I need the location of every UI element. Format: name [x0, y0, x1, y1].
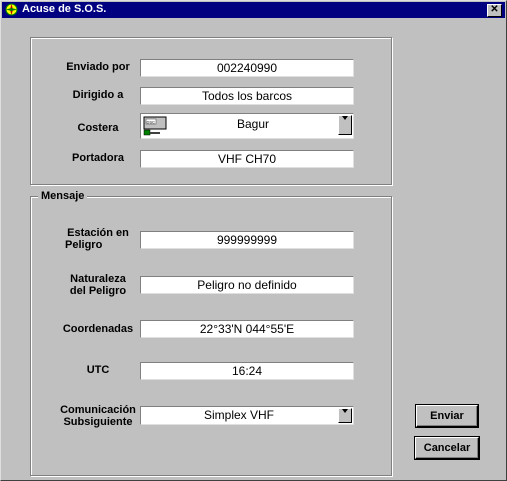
window-title: Acuse de S.O.S. — [22, 3, 107, 15]
estacion-label-line2: Peligro — [65, 239, 103, 251]
naturaleza-field[interactable]: Peligro no definido — [140, 276, 354, 294]
utc-field[interactable]: 16:24 — [140, 362, 354, 380]
costera-label: Costera — [77, 122, 119, 134]
portadora-label: Portadora — [72, 152, 124, 164]
coordenadas-label: Coordenadas — [62, 323, 134, 335]
comunicacion-dropdown-button[interactable] — [338, 408, 352, 423]
estacion-field[interactable]: 999999999 — [140, 231, 354, 249]
title-bar[interactable]: Acuse de S.O.S. ✕ — [2, 2, 505, 18]
utc-label: UTC — [86, 364, 110, 376]
naturaleza-label-line2: del Peligro — [69, 285, 127, 297]
dsc-station-icon: DSC — [143, 116, 167, 136]
naturaleza-label: Naturaleza del Peligro — [56, 273, 140, 297]
estacion-label: Estación en Peligro — [56, 227, 140, 251]
cancelar-button[interactable]: Cancelar — [414, 436, 480, 460]
comunicacion-select[interactable]: Simplex VHF — [140, 406, 354, 425]
enviado-por-field[interactable]: 002240990 — [140, 59, 354, 77]
enviar-button[interactable]: Enviar — [415, 404, 479, 428]
costera-select[interactable]: DSC Bagur — [140, 113, 354, 139]
app-compass-icon — [5, 3, 18, 16]
comunicacion-label-line1: Comunicación — [60, 404, 136, 416]
estacion-label-line1: Estación en — [67, 227, 129, 239]
dialog-window: Acuse de S.O.S. ✕ Enviado por 002240990 … — [0, 0, 507, 481]
costera-value: Bagur — [236, 117, 270, 131]
comunicacion-value: Simplex VHF — [203, 408, 274, 422]
dirigido-a-label: Dirigido a — [72, 89, 124, 101]
naturaleza-label-line1: Naturaleza — [70, 273, 126, 285]
close-button[interactable]: ✕ — [487, 4, 502, 17]
dirigido-a-field[interactable]: Todos los barcos — [140, 87, 354, 105]
dialog-client: Enviado por 002240990 Dirigido a Todos l… — [4, 20, 503, 478]
enviado-por-label: Enviado por — [66, 61, 130, 73]
comunicacion-label-line2: Subsiguiente — [63, 416, 133, 428]
coordenadas-field[interactable]: 22°33'N 044°55'E — [140, 320, 354, 338]
costera-dropdown-button[interactable] — [338, 115, 352, 135]
mensaje-group-legend: Mensaje — [38, 190, 88, 202]
comunicacion-label: Comunicación Subsiguiente — [52, 404, 144, 428]
portadora-field[interactable]: VHF CH70 — [140, 150, 354, 168]
svg-text:DSC: DSC — [147, 119, 156, 124]
